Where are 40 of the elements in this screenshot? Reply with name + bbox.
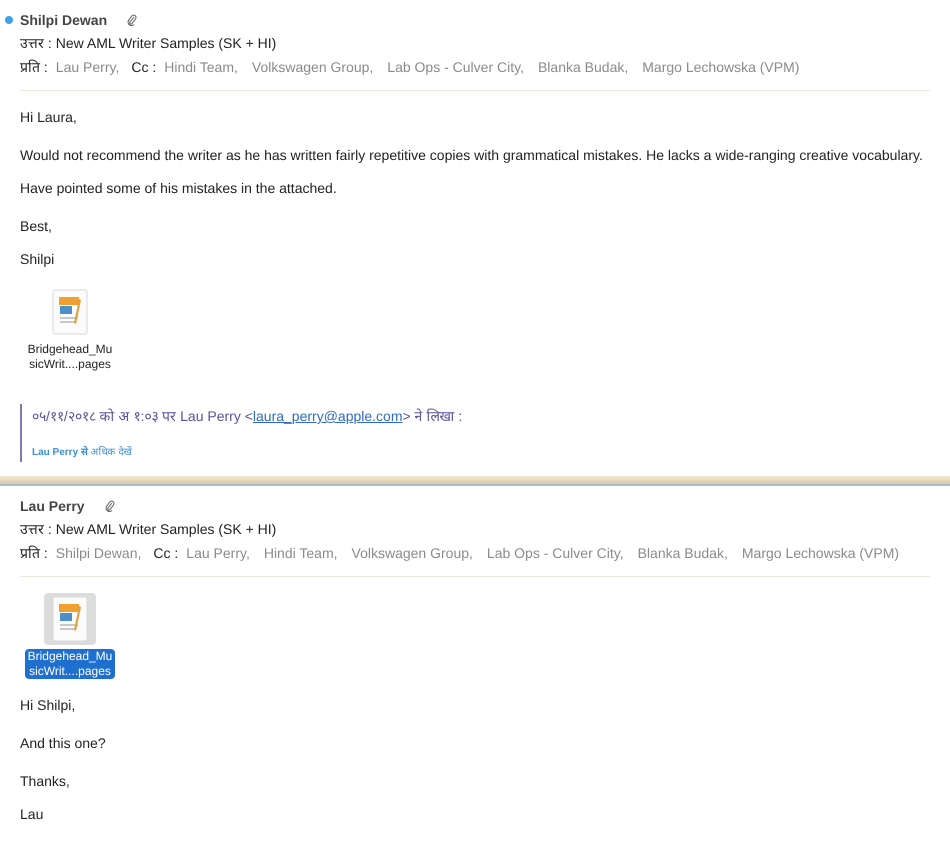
attachment-name[interactable]: Bridgehead_Mu sicWrit....pages: [24, 342, 116, 372]
attachment-thumbnail[interactable]: [44, 593, 96, 645]
recipient-name[interactable]: Blanka Budak,: [638, 543, 728, 564]
recipient-name[interactable]: Blanka Budak,: [538, 57, 628, 78]
subject-text: New AML Writer Samples (SK + HI): [56, 34, 276, 53]
quote-header: ०५/११/२०१८ को अ १:०३ पर Lau Perry <laura_perry@apple.com> ने लिखा :: [32, 407, 464, 426]
recipient-name[interactable]: Hindi Team,: [164, 57, 238, 78]
sender-name: Lau Perry: [20, 496, 85, 516]
recipient-name[interactable]: Margo Lechowska (VPM): [742, 543, 900, 564]
cc-label: Cc :: [131, 58, 156, 77]
body-text: Hi Shilpi,: [20, 696, 76, 715]
subject-label: उत्तर :: [20, 520, 52, 539]
subject-text: New AML Writer Samples (SK + HI): [56, 520, 276, 539]
sender-name: Shilpi Dewan: [20, 10, 108, 30]
body-text: Would not recommend the writer as he has written fairly repetitive copies with grammatical mistakes. He lacks a wide-ranging creative vocabulary.: [20, 146, 924, 165]
subject-label: उत्तर :: [20, 34, 52, 53]
recipient-name[interactable]: Margo Lechowska (VPM): [642, 57, 800, 78]
body-text: Hi Laura,: [20, 108, 78, 127]
recipient-name[interactable]: Lab Ops - Culver City,: [387, 57, 524, 78]
body-text: Lau: [20, 805, 44, 824]
cc-label: Cc :: [153, 544, 178, 563]
body-text: Best,: [20, 217, 53, 236]
attachment-name[interactable]: Bridgehead_Mu sicWrit....pages: [24, 649, 116, 679]
recipient-name[interactable]: Shilpi Dewan,: [56, 543, 142, 564]
recipient-name[interactable]: Hindi Team,: [264, 543, 338, 564]
recipient-name[interactable]: Volkswagen Group,: [352, 543, 473, 564]
recipient-name[interactable]: Lau Perry,: [56, 57, 120, 78]
document-icon: [52, 289, 88, 335]
body-text: Shilpi: [20, 250, 56, 269]
body-text: Thanks,: [20, 772, 71, 791]
to-label: प्रति :: [20, 544, 48, 563]
see-more-link[interactable]: Lau Perry से अधिक देखें: [32, 445, 950, 460]
body-text: Have pointed some of his mistakes in the attached.: [20, 179, 338, 198]
email-link[interactable]: laura_perry@apple.com: [252, 408, 403, 424]
document-icon: [52, 596, 88, 642]
recipient-name[interactable]: Lau Perry,: [186, 543, 250, 564]
body-text: And this one?: [20, 734, 107, 753]
recipient-name[interactable]: Lab Ops - Culver City,: [486, 543, 624, 564]
recipient-name[interactable]: Volkswagen Group,: [252, 57, 374, 78]
to-label: प्रति :: [20, 58, 48, 77]
